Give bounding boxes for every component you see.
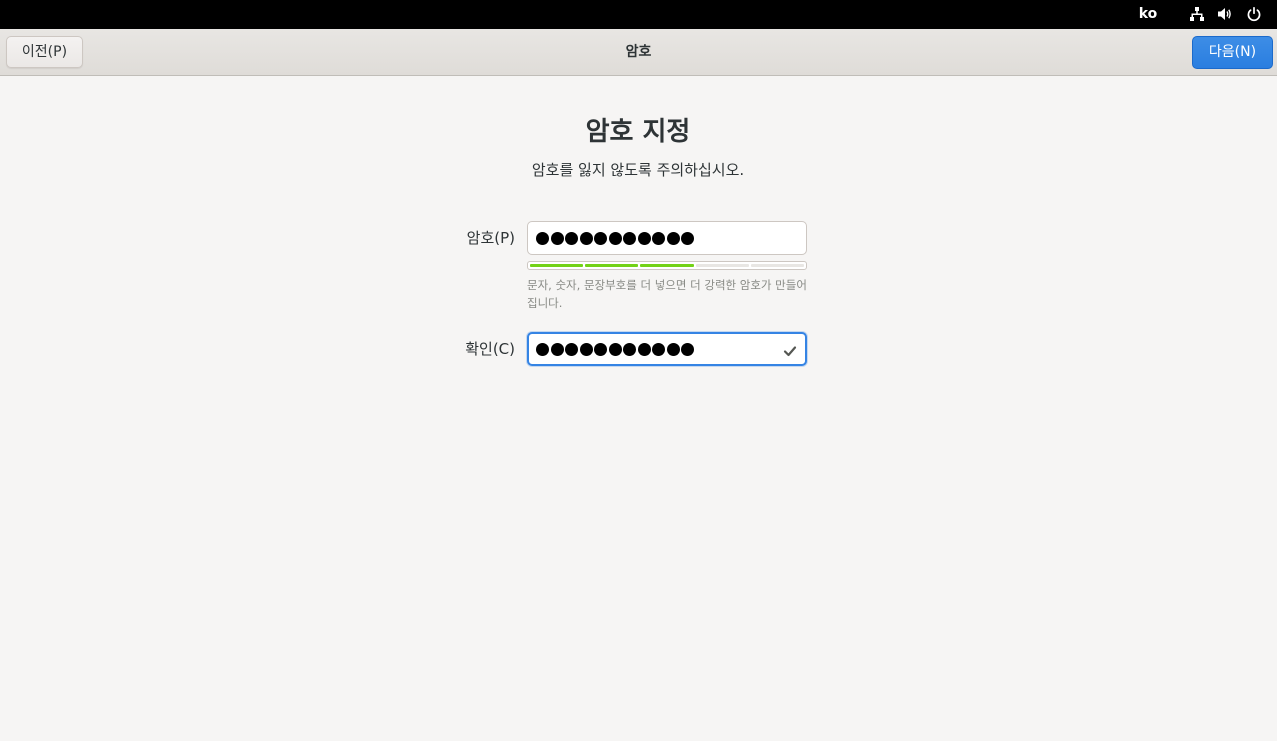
password-mask-dot [536, 342, 549, 356]
password-mask-dot [594, 342, 607, 356]
password-mask-dot [550, 231, 564, 245]
strength-segment [750, 264, 805, 267]
confirm-password-field[interactable] [527, 332, 807, 366]
password-mask-dot [681, 231, 694, 245]
password-label: 암호(P) [466, 229, 515, 247]
strength-segment [640, 264, 694, 267]
password-mask-dot [608, 231, 622, 245]
confirm-label: 확인(C) [465, 340, 515, 358]
password-mask-dot [652, 231, 665, 245]
strength-segment [585, 264, 639, 267]
check-icon [783, 343, 797, 357]
page-title: 암호 [625, 44, 652, 60]
power-icon[interactable] [1246, 6, 1262, 22]
confirm-dots [536, 334, 694, 364]
strength-segment [530, 264, 584, 267]
top-panel: ko [0, 0, 1277, 29]
password-mask-dot [565, 231, 578, 245]
next-button[interactable]: 다음(N) [1192, 36, 1273, 69]
password-hint: 문자, 숫자, 문장부호를 더 넣으면 더 강력한 암호가 만들어집니다. [527, 278, 807, 310]
password-mask-dot [666, 231, 680, 245]
page-heading: 암호 지정 [585, 117, 691, 147]
strength-segment [695, 264, 749, 267]
password-mask-dot [579, 342, 593, 356]
password-mask-dot [623, 342, 636, 356]
password-mask-dot [579, 231, 593, 245]
password-mask-dot [652, 342, 665, 356]
password-strength-meter [527, 261, 807, 270]
password-mask-dot [666, 342, 680, 356]
volume-icon[interactable] [1217, 6, 1233, 22]
header-bar: 이전(P) 암호 다음(N) [0, 29, 1277, 76]
back-button[interactable]: 이전(P) [6, 36, 83, 68]
language-indicator[interactable]: ko [1133, 0, 1163, 29]
password-mask-dot [550, 342, 564, 356]
password-mask-dot [637, 231, 651, 245]
network-icon[interactable] [1189, 6, 1205, 22]
password-mask-dot [594, 231, 607, 245]
password-dots [536, 222, 694, 254]
password-field[interactable] [527, 221, 807, 255]
password-mask-dot [681, 342, 694, 356]
page-subheading: 암호를 잃지 않도록 주의하십시오. [531, 161, 745, 179]
password-mask-dot [608, 342, 622, 356]
password-mask-dot [536, 231, 549, 245]
password-mask-dot [623, 231, 636, 245]
password-mask-dot [637, 342, 651, 356]
password-mask-dot [565, 342, 578, 356]
